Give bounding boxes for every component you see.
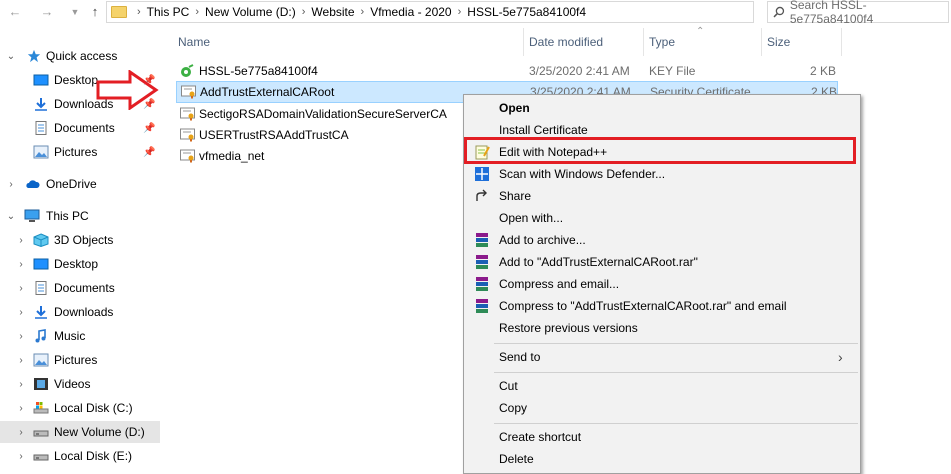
system-drive-icon bbox=[33, 402, 49, 414]
back-arrow-icon[interactable]: ← bbox=[6, 3, 24, 21]
breadcrumb-item[interactable]: This PC › bbox=[147, 5, 205, 19]
menu-item-add-archive[interactable]: Add to archive... bbox=[466, 229, 858, 251]
nav-music[interactable]: › Music bbox=[0, 325, 160, 347]
menu-item-open[interactable]: Open bbox=[466, 97, 858, 119]
breadcrumb-item[interactable]: New Volume (D:) › bbox=[205, 5, 311, 19]
menu-item-add-rar[interactable]: Add to "AddTrustExternalCARoot.rar" bbox=[466, 251, 858, 273]
nav-quick-access[interactable]: ⌄ Quick access bbox=[0, 45, 160, 67]
nav-pictures[interactable]: › Pictures bbox=[0, 349, 160, 371]
download-icon bbox=[35, 306, 47, 319]
chevron-right-icon[interactable]: › bbox=[16, 427, 26, 438]
chevron-right-icon[interactable]: › bbox=[16, 355, 26, 366]
chevron-down-icon[interactable]: ⌄ bbox=[6, 211, 16, 222]
certificate-icon bbox=[180, 149, 195, 163]
nav-qa-documents[interactable]: Documents 📌 bbox=[0, 117, 160, 139]
nav-3d-objects[interactable]: › 3D Objects bbox=[0, 229, 160, 251]
chevron-right-icon[interactable]: › bbox=[16, 451, 26, 462]
chevron-right-icon[interactable]: › bbox=[16, 235, 26, 246]
pictures-icon bbox=[33, 353, 49, 367]
chevron-right-icon[interactable]: › bbox=[16, 379, 26, 390]
menu-item-restore-versions[interactable]: Restore previous versions bbox=[466, 317, 858, 339]
certificate-icon bbox=[181, 85, 196, 99]
desktop-icon bbox=[33, 258, 49, 270]
chevron-right-icon[interactable]: › bbox=[6, 179, 16, 190]
nav-desktop[interactable]: › Desktop bbox=[0, 253, 160, 275]
file-row[interactable]: HSSL-5e775a84100f4 3/25/2020 2:41 AM KEY… bbox=[176, 60, 838, 82]
share-icon bbox=[476, 189, 487, 201]
menu-item-open-with[interactable]: Open with... bbox=[466, 207, 858, 229]
breadcrumb-item[interactable]: HSSL-5e775a84100f4 bbox=[467, 5, 586, 19]
certificate-icon bbox=[180, 128, 195, 142]
certificate-icon bbox=[180, 107, 195, 121]
menu-item-compress-email[interactable]: Compress and email... bbox=[466, 273, 858, 295]
column-header-name[interactable]: Name bbox=[178, 35, 210, 49]
pin-icon[interactable]: 📌 bbox=[143, 147, 155, 158]
column-header-size[interactable]: Size bbox=[767, 35, 790, 49]
videos-icon bbox=[34, 378, 48, 390]
menu-item-send-to[interactable]: Send to › bbox=[466, 346, 858, 368]
winrar-icon bbox=[476, 277, 488, 291]
menu-item-cut[interactable]: Cut bbox=[466, 375, 858, 397]
nav-local-disk-c[interactable]: › Local Disk (C:) bbox=[0, 397, 160, 419]
menu-item-compress-rar-email[interactable]: Compress to "AddTrustExternalCARoot.rar"… bbox=[466, 295, 858, 317]
menu-item-create-shortcut[interactable]: Create shortcut bbox=[466, 426, 858, 448]
desktop-icon bbox=[33, 74, 49, 86]
breadcrumb[interactable]: › This PC › New Volume (D:) › Website › Vfm… bbox=[106, 1, 754, 23]
winrar-icon bbox=[476, 233, 488, 247]
up-arrow-icon[interactable]: ↑ bbox=[86, 3, 104, 21]
breadcrumb-item[interactable]: Website › bbox=[311, 5, 370, 19]
pin-icon[interactable]: 📌 bbox=[143, 123, 155, 134]
3d-objects-icon bbox=[33, 233, 49, 247]
address-row: ← → ▼ ↑ › This PC › New Volume (D:) › Webs… bbox=[0, 0, 951, 26]
nav-documents[interactable]: › Documents bbox=[0, 277, 160, 299]
winrar-icon bbox=[476, 255, 488, 269]
search-input[interactable]: Search HSSL-5e775a84100f4 bbox=[767, 0, 949, 26]
nav-qa-pictures[interactable]: Pictures 📌 bbox=[0, 141, 160, 163]
nav-new-volume-d[interactable]: › New Volume (D:) bbox=[0, 421, 160, 443]
forward-arrow-icon[interactable]: → bbox=[38, 3, 56, 21]
nav-onedrive[interactable]: › OneDrive bbox=[0, 173, 160, 195]
star-icon bbox=[27, 49, 41, 63]
pictures-icon bbox=[33, 145, 49, 159]
chevron-right-icon[interactable]: › bbox=[16, 307, 26, 318]
menu-item-scan-defender[interactable]: Scan with Windows Defender... bbox=[466, 163, 858, 185]
documents-icon bbox=[35, 281, 47, 295]
recent-locations-chevron-icon[interactable]: ▼ bbox=[66, 3, 84, 21]
menu-separator bbox=[494, 423, 858, 424]
download-icon bbox=[35, 98, 47, 111]
menu-item-share[interactable]: Share bbox=[466, 185, 858, 207]
nav-videos[interactable]: › Videos bbox=[0, 373, 160, 395]
menu-item-copy[interactable]: Copy bbox=[466, 397, 858, 419]
drive-icon bbox=[33, 454, 49, 461]
cloud-icon bbox=[26, 180, 40, 188]
folder-icon bbox=[111, 6, 127, 18]
computer-icon bbox=[24, 209, 40, 222]
drive-icon bbox=[33, 430, 49, 437]
key-file-icon bbox=[181, 64, 194, 77]
menu-item-delete[interactable]: Delete bbox=[466, 448, 858, 470]
defender-icon bbox=[475, 167, 489, 181]
chevron-right-icon: › bbox=[838, 349, 843, 365]
red-arrow-annotation-icon bbox=[96, 70, 159, 110]
music-icon bbox=[35, 329, 46, 343]
menu-separator bbox=[494, 372, 858, 373]
chevron-right-icon[interactable]: › bbox=[16, 403, 26, 414]
highlight-box-annotation bbox=[464, 137, 856, 164]
nav-downloads[interactable]: › Downloads bbox=[0, 301, 160, 323]
breadcrumb-item[interactable]: Vfmedia - 2020 › bbox=[370, 5, 467, 19]
search-icon bbox=[773, 6, 785, 18]
menu-separator bbox=[494, 343, 858, 344]
winrar-icon bbox=[476, 299, 488, 313]
chevron-down-icon[interactable]: ⌄ bbox=[6, 51, 16, 62]
documents-icon bbox=[35, 121, 47, 135]
sort-chevron-icon: ⌃ bbox=[696, 26, 705, 37]
chevron-right-icon[interactable]: › bbox=[16, 331, 26, 342]
column-header-date[interactable]: Date modified bbox=[529, 35, 603, 49]
chevron-right-icon[interactable]: › bbox=[16, 283, 26, 294]
chevron-right-icon[interactable]: › bbox=[16, 259, 26, 270]
nav-this-pc[interactable]: ⌄ This PC bbox=[0, 205, 160, 227]
column-header-type[interactable]: Type bbox=[649, 35, 675, 49]
nav-local-disk-e[interactable]: › Local Disk (E:) bbox=[0, 445, 160, 467]
